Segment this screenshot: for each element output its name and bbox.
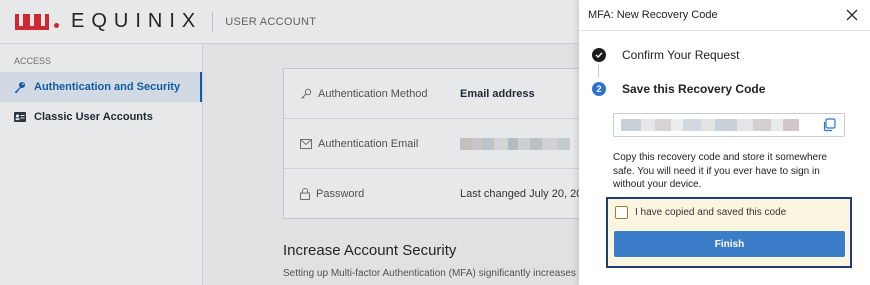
finish-button[interactable]: Finish bbox=[614, 231, 845, 257]
step-number-badge: 2 bbox=[592, 82, 606, 96]
confirmation-area: I have copied and saved this code Finish bbox=[606, 197, 852, 268]
step-confirm-request: Confirm Your Request bbox=[592, 48, 739, 62]
recovery-code-redacted bbox=[621, 119, 799, 131]
recovery-instructions: Copy this recovery code and store it som… bbox=[613, 152, 827, 190]
step-save-recovery-code: 2 Save this Recovery Code bbox=[592, 82, 765, 96]
drawer-title: MFA: New Recovery Code bbox=[588, 9, 718, 21]
copy-icon bbox=[823, 118, 836, 132]
copied-checkbox-row[interactable]: I have copied and saved this code bbox=[615, 206, 786, 219]
drawer-header: MFA: New Recovery Code bbox=[579, 0, 870, 31]
copied-checkbox[interactable] bbox=[615, 206, 628, 219]
close-icon bbox=[846, 9, 858, 21]
step-connector bbox=[598, 64, 599, 78]
step-label: Save this Recovery Code bbox=[622, 82, 766, 96]
close-button[interactable] bbox=[844, 7, 860, 23]
check-circle-icon bbox=[592, 48, 606, 62]
copy-button[interactable] bbox=[822, 118, 836, 132]
step-label: Confirm Your Request bbox=[622, 48, 740, 62]
copied-checkbox-label[interactable]: I have copied and saved this code bbox=[635, 207, 786, 218]
recovery-code-field[interactable] bbox=[613, 113, 845, 137]
